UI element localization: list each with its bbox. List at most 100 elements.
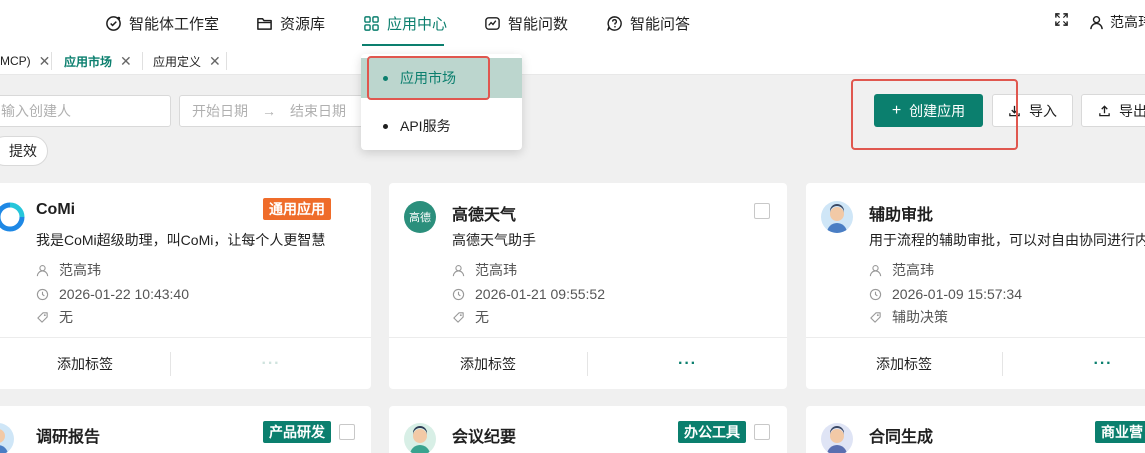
nav-item-data-query[interactable]: 智能问数 (484, 12, 568, 34)
nav-label: 资源库 (280, 15, 326, 33)
app-card-comi[interactable]: CoMi 通用应用 我是CoMi超级助理，叫CoMi，让每个人更智慧 范高玮 2… (0, 183, 371, 389)
robot-avatar-icon (821, 423, 853, 453)
dropdown-item-api-service[interactable]: API服务 (361, 106, 522, 146)
nav-item-app-center[interactable]: 应用中心 (363, 12, 447, 34)
app-card-meeting-minutes[interactable]: 会议纪要 办公工具 (389, 406, 787, 453)
tab-app-definition[interactable]: 应用定义 ✕ (147, 49, 227, 73)
tab-divider (226, 52, 227, 70)
card-description: 高德天气助手 (452, 232, 536, 248)
card-tags: 无 (452, 307, 489, 327)
card-title: CoMi (36, 201, 76, 218)
app-avatar: 高德 (404, 201, 436, 233)
tab-app-market[interactable]: 应用市场 ✕ (58, 49, 138, 73)
effective-filter-chip[interactable]: 提效 (0, 136, 48, 166)
author-name: 范高玮 (892, 262, 934, 278)
app-card-amap-weather[interactable]: 高德 高德天气 高德天气助手 范高玮 2026-01-21 09:55:52 无… (389, 183, 787, 389)
close-icon[interactable]: ✕ (209, 53, 221, 70)
card-title: 合同生成 (869, 429, 934, 446)
created-time: 2026-01-22 10:43:40 (59, 286, 189, 302)
nav-item-resources[interactable]: 资源库 (256, 12, 325, 34)
nav-label: 应用中心 (387, 15, 448, 33)
card-title: 调研报告 (36, 429, 101, 446)
dropdown-label: API服务 (400, 118, 451, 134)
tag-value: 无 (475, 309, 489, 325)
start-date-placeholder: 开始日期 (192, 103, 248, 119)
tag-value: 辅助决策 (892, 309, 948, 325)
user-icon (36, 264, 49, 276)
nav-label: 智能体工作室 (129, 15, 220, 33)
export-button[interactable]: 导出 (1081, 94, 1145, 127)
tag-icon (453, 311, 464, 323)
tab-bar: MCP) ✕ 应用市场 ✕ 应用定义 ✕ (0, 46, 1145, 75)
more-actions-button[interactable]: ··· (588, 338, 787, 389)
tag-icon (870, 311, 881, 323)
chip-label: 提效 (9, 143, 37, 159)
card-tags: 辅助决策 (869, 307, 948, 327)
tag-value: 无 (59, 309, 73, 325)
bullet-icon (383, 123, 388, 129)
app-card-contract[interactable]: 合同生成 商业营 (806, 406, 1145, 453)
user-icon (869, 264, 882, 276)
clock-icon (452, 288, 465, 300)
agent-studio-icon (106, 15, 121, 31)
nav-item-agent-studio[interactable]: 智能体工作室 (105, 12, 219, 34)
card-time: 2026-01-21 09:55:52 (452, 286, 605, 302)
created-time: 2026-01-21 09:55:52 (475, 286, 605, 302)
card-title: 会议纪要 (452, 429, 517, 446)
import-label: 导入 (1029, 102, 1057, 119)
select-checkbox[interactable] (754, 203, 770, 219)
export-icon (1099, 105, 1110, 117)
user-icon (452, 264, 465, 276)
tab-label: MCP) (0, 54, 31, 68)
created-time: 2026-01-09 15:57:34 (892, 286, 1022, 302)
creator-input[interactable]: 输入创建人 (0, 95, 171, 127)
more-actions-button[interactable]: ··· (1003, 338, 1145, 389)
robot-avatar-icon (404, 423, 436, 453)
add-tag-button[interactable]: 添加标签 (806, 338, 1002, 389)
close-icon[interactable]: ✕ (120, 53, 132, 70)
data-query-icon (485, 16, 500, 30)
tag-icon (37, 311, 48, 323)
card-title: 高德天气 (452, 207, 517, 224)
app-card-research-report[interactable]: 调研报告 产品研发 (0, 406, 371, 453)
more-actions-button[interactable]: ··· (171, 338, 371, 389)
close-icon[interactable]: ✕ (39, 53, 51, 70)
highlight-box (851, 79, 1018, 150)
date-range-picker[interactable]: 开始日期 → 结束日期 (179, 95, 379, 127)
tab-mcp[interactable]: MCP) ✕ (0, 49, 56, 73)
app-card-approval[interactable]: 辅助审批 用于流程的辅助审批，可以对自由协同进行内 范高玮 2026-01-09… (806, 183, 1145, 389)
select-checkbox[interactable] (754, 424, 770, 440)
date-arrow-icon: → (262, 103, 276, 119)
end-date-placeholder: 结束日期 (290, 103, 346, 119)
app-grid-icon (364, 15, 379, 31)
add-tag-button[interactable]: 添加标签 (0, 338, 170, 389)
card-footer: 添加标签 ··· (0, 337, 371, 389)
card-time: 2026-01-09 15:57:34 (869, 286, 1022, 302)
category-badge: 产品研发 (263, 421, 331, 443)
category-badge: 商业营 (1095, 421, 1145, 443)
tab-label: 应用定义 (153, 54, 202, 69)
user-menu[interactable]: 范高玮 (1089, 12, 1145, 32)
category-badge: 通用应用 (263, 198, 331, 220)
tab-divider (142, 52, 143, 70)
clock-icon (36, 288, 49, 300)
fullscreen-button[interactable] (1054, 12, 1069, 27)
nav-label: 智能问数 (508, 15, 569, 33)
top-navigation: 智能体工作室 资源库 应用中心 智能问数 智能问答 范高玮 (0, 0, 1145, 46)
nav-label: 智能问答 (630, 15, 691, 33)
export-label: 导出 (1119, 102, 1145, 119)
card-author: 范高玮 (452, 260, 517, 280)
select-checkbox[interactable] (339, 424, 355, 440)
card-tags: 无 (36, 307, 73, 327)
add-tag-button[interactable]: 添加标签 (389, 338, 587, 389)
card-title: 辅助审批 (869, 207, 934, 224)
comi-logo-icon (0, 201, 26, 233)
nav-item-qa[interactable]: 智能问答 (606, 12, 690, 34)
creator-placeholder: 输入创建人 (1, 103, 71, 119)
card-description: 用于流程的辅助审批，可以对自由协同进行内 (869, 232, 1145, 248)
card-time: 2026-01-22 10:43:40 (36, 286, 189, 302)
user-icon (1090, 15, 1103, 29)
tab-divider (51, 52, 52, 70)
question-icon (607, 15, 622, 31)
fullscreen-icon (1055, 13, 1068, 26)
